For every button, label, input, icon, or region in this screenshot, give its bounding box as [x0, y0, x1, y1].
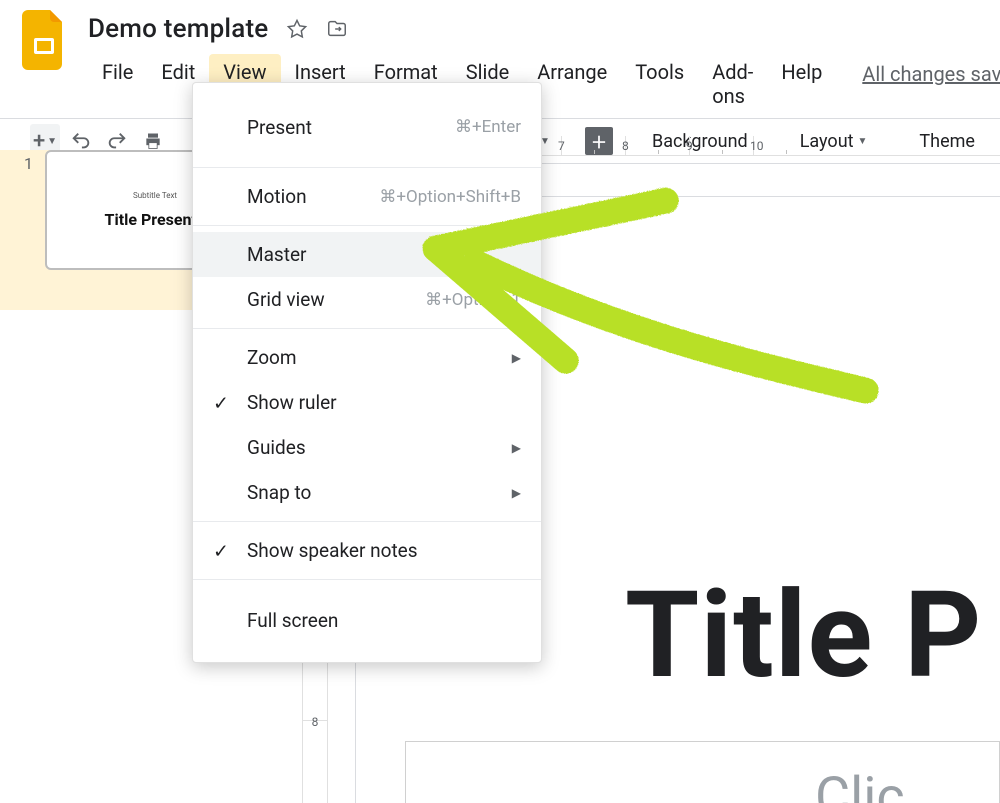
menu-separator	[193, 328, 541, 329]
menu-label: Snap to	[247, 481, 311, 504]
menu-separator	[193, 521, 541, 522]
doc-title-row: Demo template	[88, 10, 1000, 44]
menu-label: Zoom	[247, 346, 297, 369]
menu-help[interactable]: Help	[767, 54, 836, 118]
menu-separator	[193, 167, 541, 168]
move-to-folder-icon[interactable]	[326, 18, 348, 40]
document-title[interactable]: Demo template	[88, 14, 268, 44]
menu-shortcut: ⌘+Enter	[455, 117, 521, 137]
menu-label: Motion	[247, 185, 307, 208]
menu-separator	[193, 225, 541, 226]
placeholder-text[interactable]: Clic	[815, 766, 905, 803]
menu-item-master[interactable]: Master	[193, 232, 541, 277]
menu-item-showruler[interactable]: ✓ Show ruler	[193, 380, 541, 425]
submenu-arrow-icon: ▶	[512, 486, 521, 500]
vertical-ruler[interactable]: 7 8	[302, 656, 328, 803]
menu-item-guides[interactable]: Guides ▶	[193, 425, 541, 470]
ruler-tick: 8	[312, 715, 319, 729]
menu-file[interactable]: File	[88, 54, 147, 118]
check-icon: ✓	[213, 391, 229, 414]
menu-shortcut: ⌘+Option+1	[425, 290, 521, 310]
menu-label: Show speaker notes	[247, 539, 418, 562]
menu-label: Present	[247, 116, 312, 139]
view-menu-dropdown: Present ⌘+Enter Motion ⌘+Option+Shift+B …	[192, 82, 542, 663]
thumb-subtitle: Subtitle Text	[133, 191, 177, 200]
menu-item-gridview[interactable]: Grid view ⌘+Option+1	[193, 277, 541, 322]
menu-tools[interactable]: Tools	[621, 54, 698, 118]
menu-label: Master	[247, 243, 306, 266]
star-icon[interactable]	[286, 18, 308, 40]
menu-label: Show ruler	[247, 391, 337, 414]
submenu-arrow-icon: ▶	[512, 441, 521, 455]
ruler-tick: 7	[558, 139, 565, 153]
menu-label: Full screen	[247, 609, 338, 632]
slides-logo	[20, 10, 68, 70]
ruler-tick: 10	[750, 139, 764, 153]
menu-item-fullscreen[interactable]: Full screen	[193, 586, 541, 654]
save-status[interactable]: All changes saved in D	[862, 54, 1000, 118]
check-icon: ✓	[213, 539, 229, 562]
submenu-arrow-icon: ▶	[512, 351, 521, 365]
menu-addons[interactable]: Add-ons	[698, 54, 767, 118]
menu-label: Guides	[247, 436, 306, 459]
menu-item-present[interactable]: Present ⌘+Enter	[193, 93, 541, 161]
slide-title-text[interactable]: Title P	[625, 566, 982, 706]
placeholder-box[interactable]	[405, 741, 1000, 803]
menu-item-motion[interactable]: Motion ⌘+Option+Shift+B	[193, 174, 541, 219]
thumb-title: Title Presenta	[105, 210, 206, 229]
ruler-tick: 8	[622, 139, 629, 153]
ruler-tick: 9	[686, 139, 693, 153]
menu-item-zoom[interactable]: Zoom ▶	[193, 335, 541, 380]
menu-label: Grid view	[247, 288, 325, 311]
menu-shortcut: ⌘+Option+Shift+B	[379, 187, 521, 207]
slide-number: 1	[24, 150, 33, 173]
menu-item-speakernotes[interactable]: ✓ Show speaker notes	[193, 528, 541, 573]
menu-item-snapto[interactable]: Snap to ▶	[193, 470, 541, 515]
menu-separator	[193, 579, 541, 580]
